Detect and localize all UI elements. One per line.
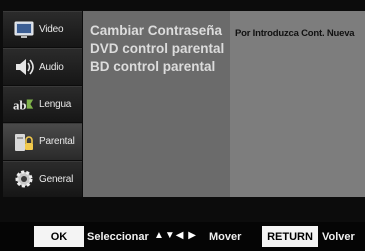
sidebar-item-lengua[interactable]: ab Lengua	[3, 85, 82, 123]
return-key[interactable]: RETURN	[262, 226, 318, 247]
svg-text:ab: ab	[13, 98, 27, 112]
ok-key[interactable]: OK	[34, 226, 84, 247]
arrow-keys-icon: ▲▼◀ ▶	[154, 230, 197, 241]
detail-text: Por Introduzca Cont. Nueva	[235, 28, 355, 39]
menu-item-dvd-control-parental[interactable]: DVD control parental	[90, 41, 224, 56]
button-hint-bar: OK Seleccionar ▲▼◀ ▶ Mover RETURN Volver	[0, 222, 365, 251]
move-hint-label: Mover	[209, 231, 242, 243]
speaker-icon	[13, 56, 35, 78]
ok-hint-label: Seleccionar	[87, 231, 149, 243]
sidebar-item-general[interactable]: General	[3, 160, 82, 198]
sidebar-item-video[interactable]: Video	[3, 11, 82, 48]
return-hint-label: Volver	[322, 231, 355, 243]
menu-item-bd-control-parental[interactable]: BD control parental	[90, 59, 215, 74]
sidebar-item-label: Lengua	[39, 99, 72, 111]
sidebar-item-label: Video	[39, 24, 64, 36]
language-abc-icon: ab	[13, 94, 35, 116]
sidebar-item-audio[interactable]: Audio	[3, 48, 82, 85]
settings-screen: Video Audio ab Lengua Parental General C…	[0, 0, 365, 251]
settings-sidebar: Video Audio ab Lengua Parental General	[3, 11, 82, 198]
detail-panel: Por Introduzca Cont. Nueva	[230, 11, 365, 197]
gear-icon	[13, 168, 35, 190]
parental-lock-icon	[13, 131, 35, 153]
monitor-icon	[13, 19, 35, 41]
sidebar-item-label: Parental	[39, 136, 75, 148]
sidebar-item-parental[interactable]: Parental	[3, 123, 82, 160]
parental-menu: Cambiar Contraseña DVD control parental …	[83, 11, 230, 197]
sidebar-item-label: General	[39, 173, 74, 185]
menu-item-cambiar-contrasena[interactable]: Cambiar Contraseña	[90, 23, 222, 38]
sidebar-item-label: Audio	[39, 61, 64, 73]
